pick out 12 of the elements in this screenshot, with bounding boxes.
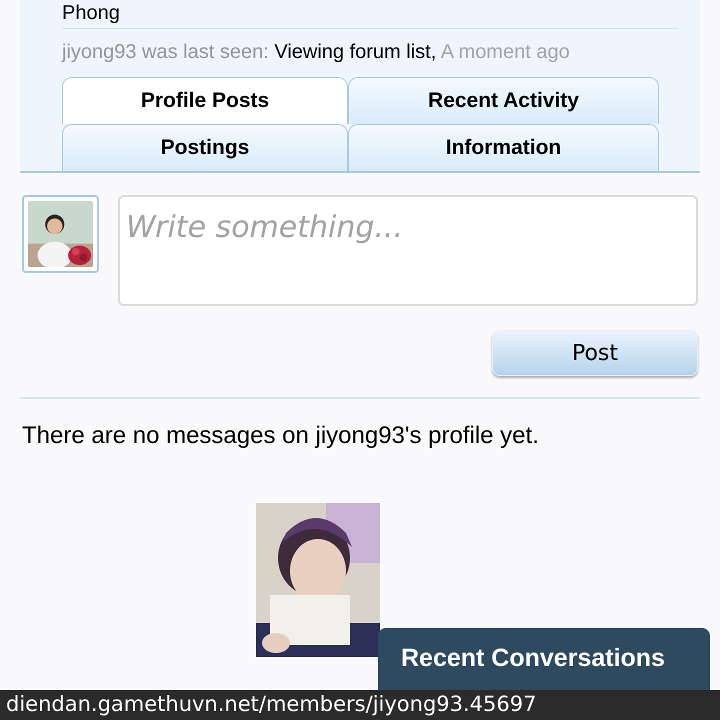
tab[interactable]: Profile Posts xyxy=(62,77,348,124)
recent-conversations-panel[interactable]: Recent Conversations xyxy=(378,628,710,690)
tab[interactable]: Postings xyxy=(62,124,348,171)
tab[interactable]: Information xyxy=(348,124,659,171)
message-field[interactable]: Write something... xyxy=(118,195,698,306)
empty-message: There are no messages on jiyong93's profile yet. xyxy=(21,421,540,451)
last-seen-text: jiyong93 was last seen: Viewing forum list, A moment ago xyxy=(62,41,570,63)
post-button[interactable]: Post xyxy=(492,330,698,376)
tab[interactable]: Recent Activity xyxy=(348,77,659,124)
url-text: diendan.gamethuvn.net/members/jiyong93.45697 xyxy=(6,691,536,718)
recent-conversations-title: Recent Conversations xyxy=(401,643,665,674)
profile-name: Phong xyxy=(62,2,121,24)
